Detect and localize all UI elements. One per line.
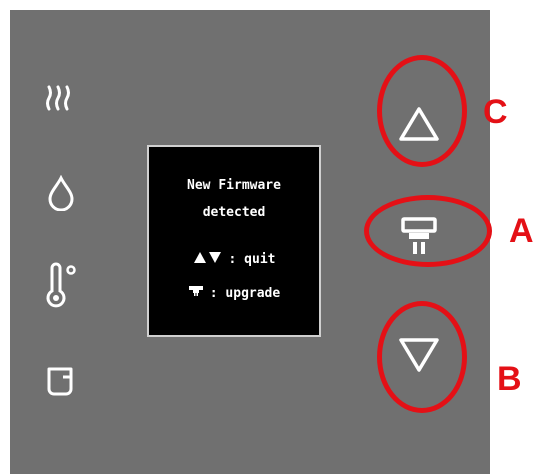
callout-c: C — [483, 93, 508, 131]
quit-hint: : quit — [149, 251, 319, 268]
up-down-arrows-icon — [193, 251, 223, 268]
firmware-display: New Firmware detected : quit : upgrade — [147, 145, 321, 337]
water-drop-icon — [47, 175, 75, 211]
firmware-title: New Firmware — [187, 178, 281, 193]
upgrade-hint: : upgrade — [149, 285, 319, 301]
dispense-small-icon — [188, 285, 204, 301]
cup-icon — [45, 365, 75, 397]
thermometer-icon — [44, 262, 80, 308]
quit-label: : quit — [228, 252, 276, 267]
dispense-button[interactable] — [401, 217, 437, 257]
steam-icon — [44, 81, 74, 111]
callout-a: A — [509, 212, 534, 250]
down-button[interactable] — [397, 336, 441, 376]
callout-b: B — [497, 360, 522, 398]
firmware-status: detected — [202, 205, 266, 220]
upgrade-label: : upgrade — [209, 285, 281, 301]
up-button[interactable] — [397, 105, 441, 145]
